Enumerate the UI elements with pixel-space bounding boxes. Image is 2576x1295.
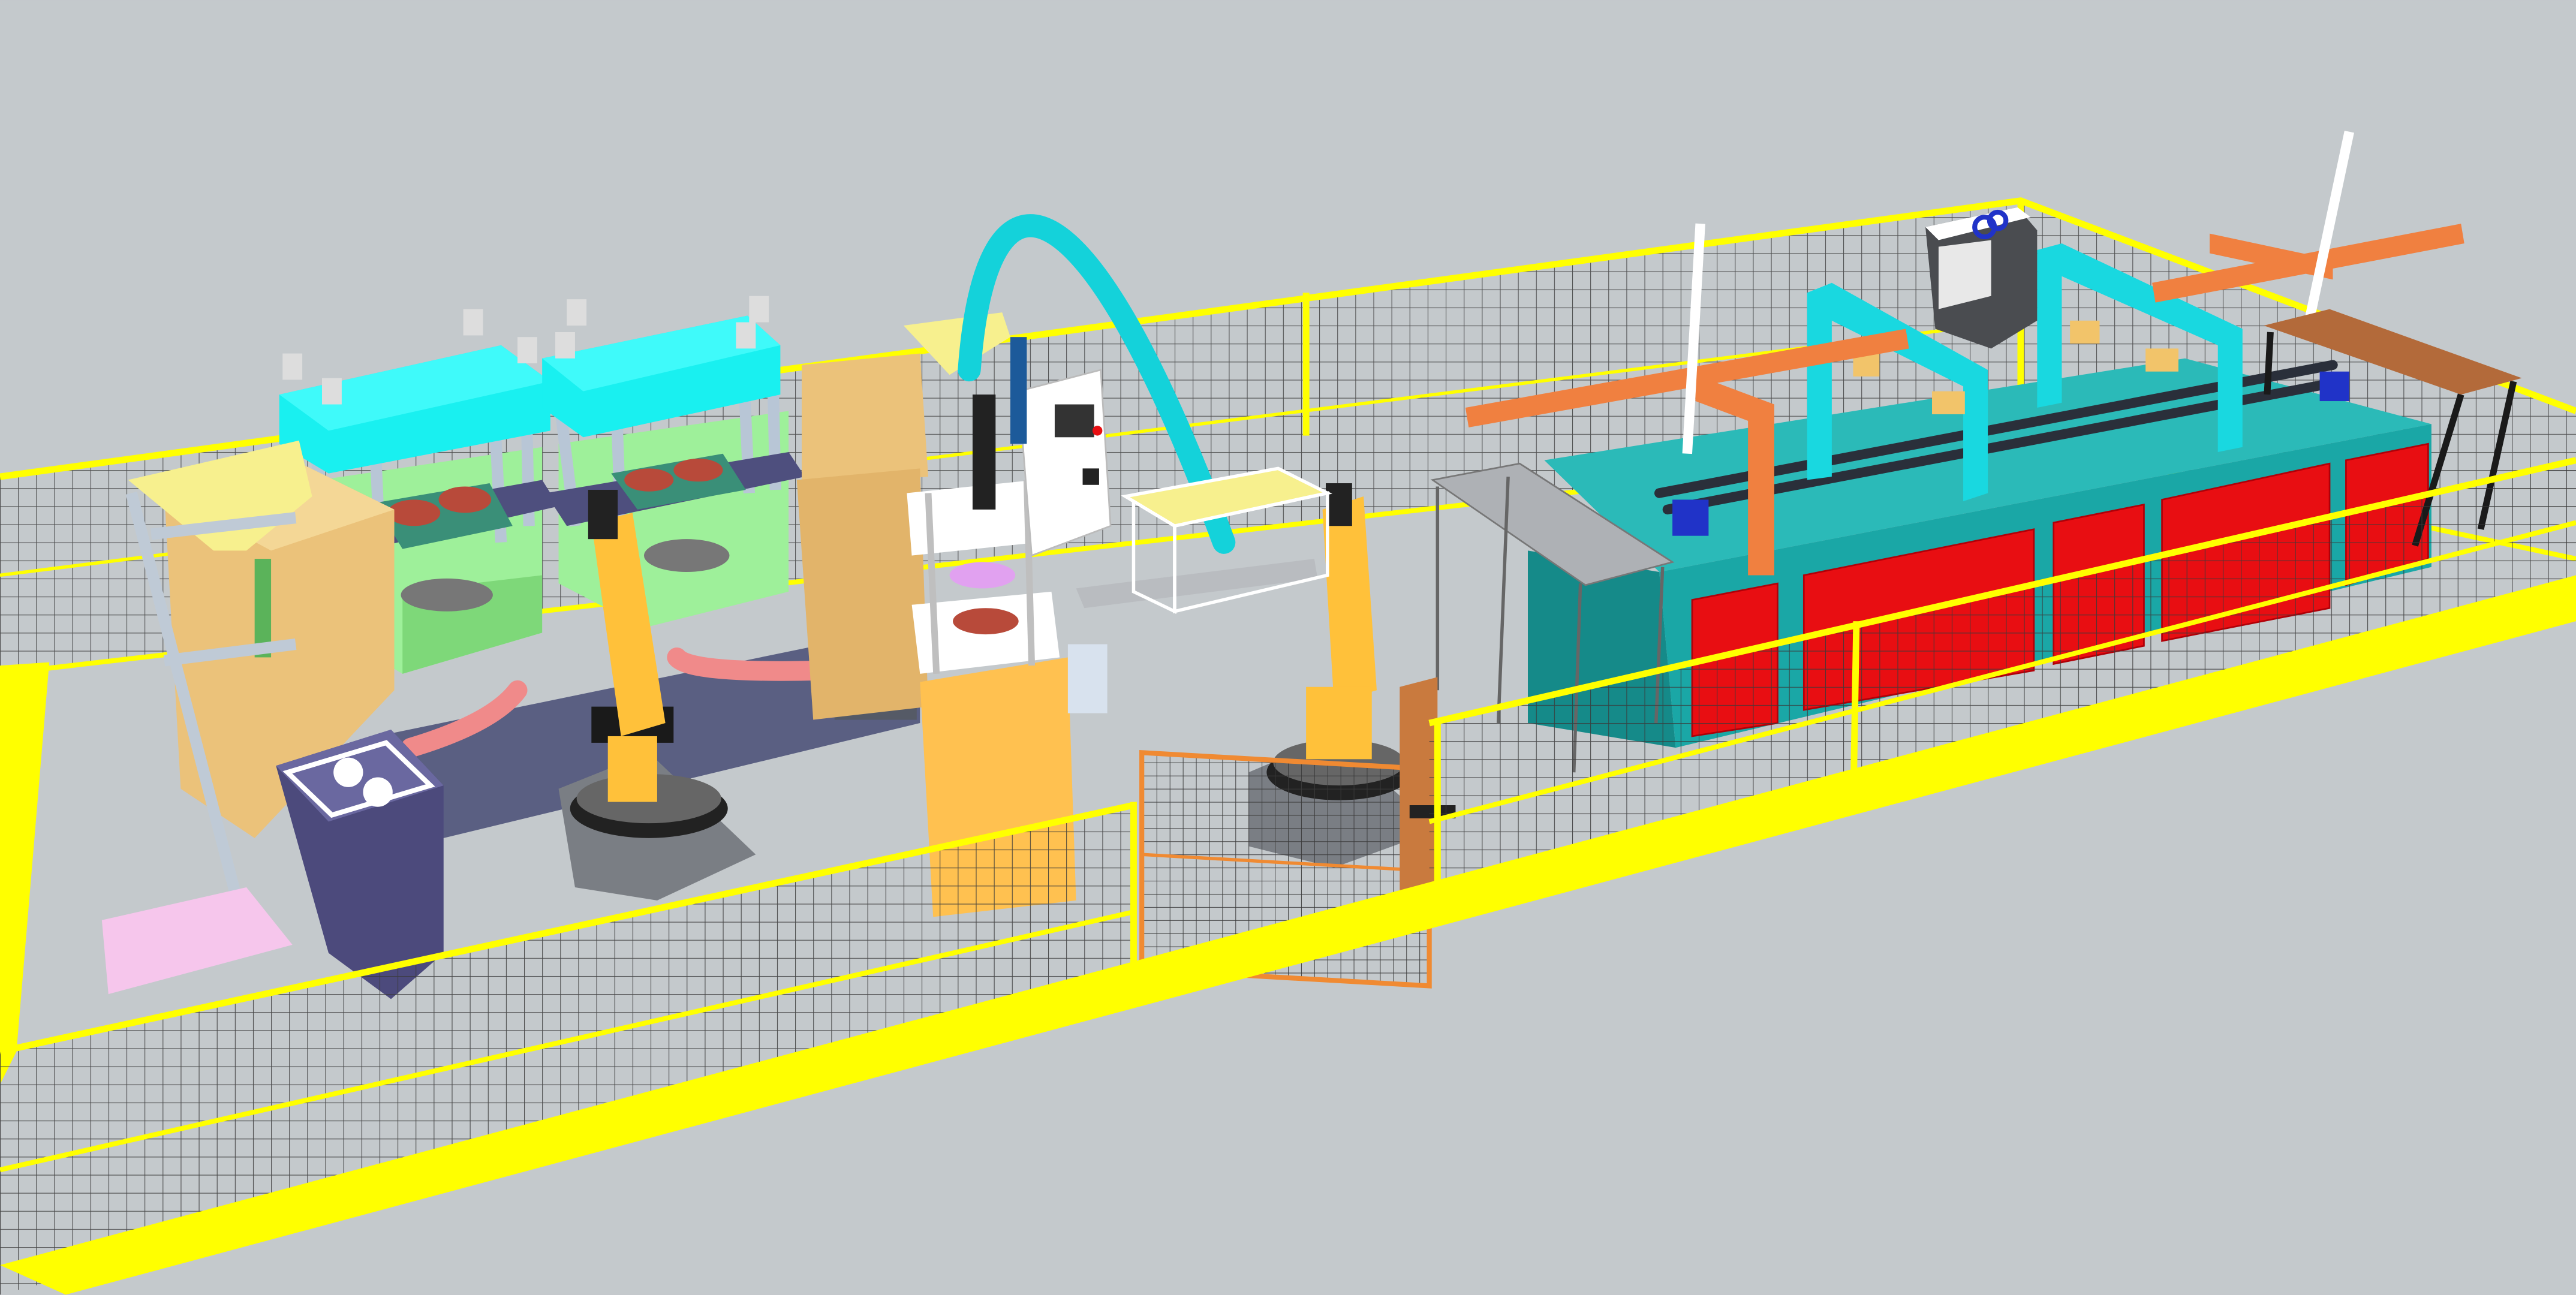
controller-box [1067, 644, 1108, 713]
motor-left [1672, 499, 1709, 536]
scene-canvas[interactable] [0, 0, 2576, 1295]
3d-viewport[interactable] [0, 0, 2576, 1295]
motor-right [2319, 371, 2349, 402]
hood-unit [1925, 207, 2038, 349]
